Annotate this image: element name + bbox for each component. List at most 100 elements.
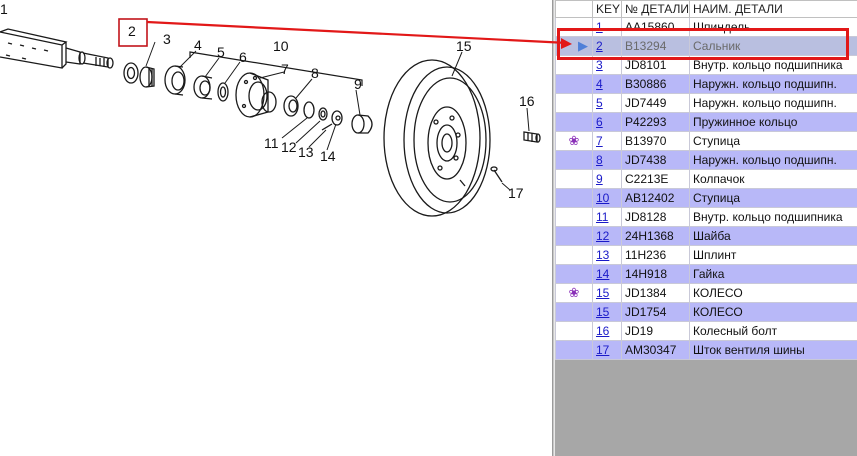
row-indicator-cell: [555, 245, 593, 265]
table-row[interactable]: 8 JD7438 Наружн. кольцо подшипн.: [555, 150, 857, 170]
table-row[interactable]: 13 11H236 Шплинт: [555, 245, 857, 265]
part-number-cell: AB12402: [621, 188, 690, 208]
table-row[interactable]: 10 AB12402 Ступица: [555, 188, 857, 208]
key-link[interactable]: 7: [596, 134, 603, 148]
table-row[interactable]: 14 14H918 Гайка: [555, 264, 857, 284]
header-key[interactable]: KEY: [592, 0, 622, 18]
callout-9[interactable]: 9: [354, 76, 362, 92]
row-indicator-cell: ❀: [555, 283, 593, 303]
header-part-name[interactable]: НАИМ. ДЕТАЛИ: [689, 0, 857, 18]
part-name-cell: Внутр. кольцо подшипника: [689, 207, 857, 227]
bearing-cup-drawing: [164, 65, 186, 96]
part-name-cell: Ступица: [689, 188, 857, 208]
key-link[interactable]: 15: [596, 305, 609, 319]
callout-17[interactable]: 17: [508, 185, 524, 201]
key-link[interactable]: 2: [596, 39, 603, 53]
row-indicator-cell: ❀: [555, 131, 593, 151]
table-row[interactable]: ▶ 2 B13294 Сальник: [555, 36, 857, 56]
flower-icon[interactable]: ❀: [569, 285, 580, 301]
header-indicator: [555, 0, 593, 18]
key-link[interactable]: 10: [596, 191, 609, 205]
part-number-cell: AA15860: [621, 17, 690, 37]
callout-13[interactable]: 13: [298, 144, 314, 160]
table-row[interactable]: 1 AA15860 Шпиндель: [555, 17, 857, 37]
key-link[interactable]: 9: [596, 172, 603, 186]
key-cell: 14: [592, 264, 622, 284]
callout-15[interactable]: 15: [456, 38, 472, 54]
callout-2[interactable]: 2: [128, 23, 136, 39]
key-cell: 11: [592, 207, 622, 227]
row-indicator-cell: ▶: [555, 36, 593, 56]
bearing-cone-drawing: [139, 66, 155, 88]
callout-4[interactable]: 4: [194, 37, 202, 53]
wheel-drawing: [383, 59, 491, 217]
callout-1[interactable]: 1: [0, 1, 8, 17]
header-part-number[interactable]: № ДЕТАЛИ: [621, 0, 690, 18]
key-cell: 4: [592, 74, 622, 94]
callout-16[interactable]: 16: [519, 93, 535, 109]
key-link[interactable]: 3: [596, 58, 603, 72]
key-link[interactable]: 8: [596, 153, 603, 167]
key-link[interactable]: 16: [596, 324, 609, 338]
table-row[interactable]: 3 JD8101 Внутр. кольцо подшипника: [555, 55, 857, 75]
bearing-cup-8-drawing: [283, 95, 299, 117]
row-indicator-cell: [555, 150, 593, 170]
key-cell: 9: [592, 169, 622, 189]
row-indicator-cell: [555, 112, 593, 132]
valve-stem-drawing: [490, 166, 503, 183]
part-name-cell: Наружн. кольцо подшипн.: [689, 74, 857, 94]
part-number-cell: AM30347: [621, 340, 690, 360]
part-number-cell: JD8128: [621, 207, 690, 227]
part-number-cell: B13294: [621, 36, 690, 56]
table-row[interactable]: 5 JD7449 Наружн. кольцо подшипн.: [555, 93, 857, 113]
callout-3[interactable]: 3: [163, 31, 171, 47]
callout-14[interactable]: 14: [320, 148, 336, 164]
key-link[interactable]: 4: [596, 77, 603, 91]
callout-10[interactable]: 10: [273, 38, 289, 54]
row-indicator-cell: [555, 169, 593, 189]
key-link[interactable]: 17: [596, 343, 609, 357]
part-name-cell: Сальник: [689, 36, 857, 56]
key-link[interactable]: 12: [596, 229, 609, 243]
flower-icon[interactable]: ❀: [569, 133, 580, 149]
key-cell: 7: [592, 131, 622, 151]
key-cell: 3: [592, 55, 622, 75]
key-link[interactable]: 1: [596, 20, 603, 34]
callout-6[interactable]: 6: [239, 49, 247, 65]
key-link[interactable]: 6: [596, 115, 603, 129]
key-cell: 17: [592, 340, 622, 360]
key-cell: 15: [592, 283, 622, 303]
part-number-cell: P42293: [621, 112, 690, 132]
table-row[interactable]: 4 B30886 Наружн. кольцо подшипн.: [555, 74, 857, 94]
part-number-cell: JD19: [621, 321, 690, 341]
table-row[interactable]: 9 C2213E Колпачок: [555, 169, 857, 189]
table-row[interactable]: 15 JD1754 КОЛЕСО: [555, 302, 857, 322]
callout-8[interactable]: 8: [311, 65, 319, 81]
key-link[interactable]: 15: [596, 286, 609, 300]
pointer-icon: ▶: [578, 38, 588, 53]
parts-list-panel: KEY № ДЕТАЛИ НАИМ. ДЕТАЛИ 1 AA15860 Шпинде…: [555, 0, 857, 456]
callout-11[interactable]: 11: [264, 135, 279, 151]
table-row[interactable]: 12 24H1368 Шайба: [555, 226, 857, 246]
part-number-cell: JD7449: [621, 93, 690, 113]
callout-5[interactable]: 5: [217, 44, 225, 60]
table-row[interactable]: 16 JD19 Колесный болт: [555, 321, 857, 341]
table-row[interactable]: ❀ 7 B13970 Ступица: [555, 131, 857, 151]
key-link[interactable]: 13: [596, 248, 609, 262]
table-row[interactable]: ❀ 15 JD1384 КОЛЕСО: [555, 283, 857, 303]
key-cell: 12: [592, 226, 622, 246]
part-name-cell: Гайка: [689, 264, 857, 284]
key-link[interactable]: 5: [596, 96, 603, 110]
table-row[interactable]: 6 P42293 Пружинное кольцо: [555, 112, 857, 132]
row-indicator-cell: [555, 17, 593, 37]
table-row[interactable]: 11 JD8128 Внутр. кольцо подшипника: [555, 207, 857, 227]
callout-12[interactable]: 12: [281, 139, 297, 155]
part-name-cell: Шплинт: [689, 245, 857, 265]
table-row[interactable]: 17 AM30347 Шток вентиля шины: [555, 340, 857, 360]
row-indicator-cell: [555, 55, 593, 75]
key-cell: 1: [592, 17, 622, 37]
callout-7[interactable]: 7: [281, 61, 289, 77]
part-name-cell: Пружинное кольцо: [689, 112, 857, 132]
key-link[interactable]: 14: [596, 267, 609, 281]
key-link[interactable]: 11: [596, 210, 608, 224]
